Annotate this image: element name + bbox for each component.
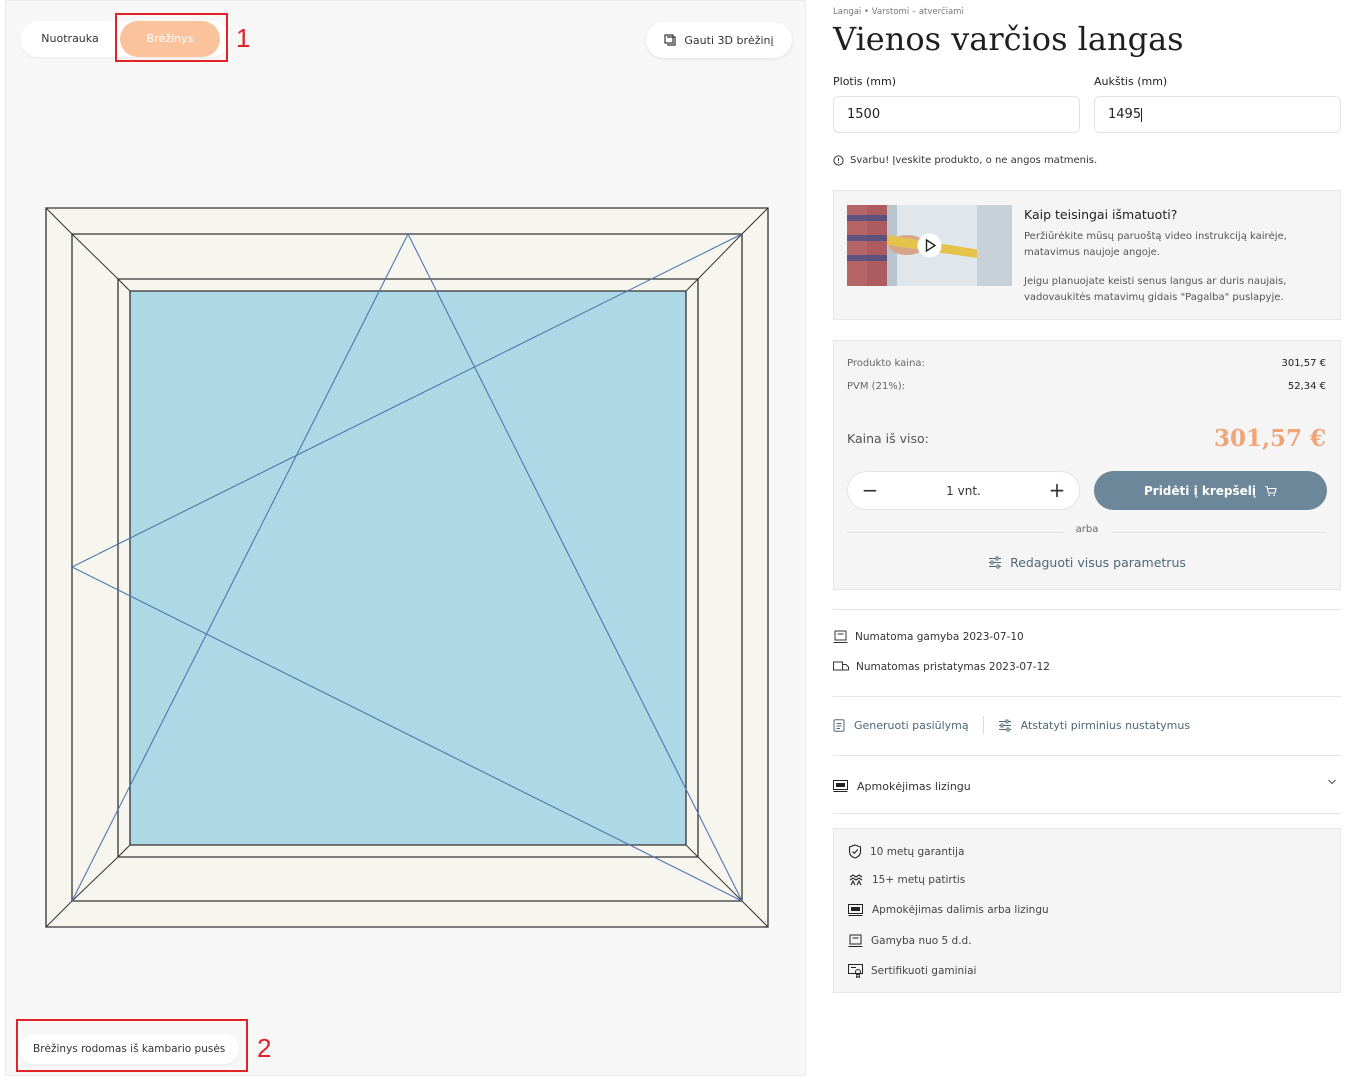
cart-icon [1265,485,1277,496]
chevron-down-icon[interactable] [1327,778,1337,786]
edit-all-parameters-link[interactable]: Redaguoti visus parametrus [834,555,1340,570]
or-label: arba [1063,524,1111,535]
annotation-number-2: 2 [257,1033,272,1063]
feature-label: Sertifikuoti gaminiai [871,965,977,977]
video-thumbnail[interactable] [847,205,1012,286]
info-icon [833,155,844,166]
quantity-decrease-button[interactable]: − [850,472,890,510]
add-to-cart-button[interactable]: Pridėti į krepšelį [1094,471,1327,510]
edit-all-parameters-label: Redaguoti visus parametrus [1010,555,1186,570]
sliders-icon [989,556,1002,569]
experience-icon [849,874,863,886]
vat-value: 52,34 € [1287,381,1326,392]
shield-check-icon [848,844,862,859]
feature-label: Apmokėjimas dalimis arba lizingu [872,904,1049,916]
vat-label: PVM (21%): [847,381,906,392]
annotation-box-2 [16,1019,248,1072]
production-icon [833,630,848,643]
cube-3d-icon [664,34,676,46]
feature-label: 15+ metų patirtis [872,874,966,886]
divider [833,609,1341,610]
divider [833,696,1341,697]
play-icon[interactable] [917,233,942,258]
window-drawing [45,207,769,928]
divider [833,813,1341,814]
feature-item: 15+ metų patirtis [848,874,965,886]
payment-icon [848,904,863,916]
photo-tab[interactable]: Nuotrauka [20,21,120,57]
offer-actions: Generuoti pasiūlymą Atstatyti pirminius … [833,716,1190,734]
total-label: Kaina iš viso: [847,431,929,446]
feature-label: Gamyba nuo 5 d.d. [871,935,972,947]
reset-settings-label: Atstatyti pirminius nustatymus [1020,718,1191,732]
manufacture-date-row: Numatoma gamyba 2023-07-10 [833,630,1024,644]
add-to-cart-label: Pridėti į krepšelį [1143,483,1256,498]
document-icon [833,718,845,732]
features-card: 10 metų garantija 15+ metų patirtis Apmo… [833,828,1341,993]
text-caret [1141,107,1143,122]
quantity-stepper: − 1 vnt. + [847,471,1080,510]
height-input[interactable]: 1495 [1094,96,1341,133]
feature-item: Apmokėjimas dalimis arba lizingu [848,904,1049,916]
vat-row: PVM (21%): 52,34 € [847,381,1326,392]
certificate-icon [848,964,863,978]
delivery-date-row: Numatomas pristatymas 2023-07-12 [833,661,1050,673]
breadcrumb: Langai • Varstomi – atverčiami [833,7,964,17]
preview-panel: Nuotrauka Brėžinys 1 Gauti 3D brėžinį Br… [5,0,806,1076]
price-card: Produkto kaina: 301,57 € PVM (21%): 52,3… [833,340,1341,590]
video-text-1: Peržiūrėkite mūsų paruoštą video instruk… [1024,231,1287,258]
feature-item: 10 metų garantija [848,844,964,859]
feature-label: 10 metų garantija [870,845,965,858]
leasing-label: Apmokėjimas lizingu [857,779,971,793]
divider [982,716,984,734]
generate-offer-link[interactable]: Generuoti pasiūlymą [833,719,969,732]
annotation-number-1: 1 [236,23,251,53]
dimension-notice: Svarbu! Įveskite produkto, o ne angos ma… [833,155,1097,166]
production-icon [848,934,863,947]
generate-offer-label: Generuoti pasiūlymą [854,718,969,732]
annotation-box-1 [115,13,228,62]
product-price-value: 301,57 € [1281,358,1326,369]
video-title: Kaip teisingai išmatuoti? [1024,207,1178,222]
video-text-2: Jeigu planuojate keisti senus langus ar … [1024,276,1287,303]
reset-settings-link[interactable]: Atstatyti pirminius nustatymus [998,719,1190,732]
glass-pane [129,290,687,846]
total-price: 301,57 € [1213,425,1326,452]
height-label: Aukštis (mm) [1094,75,1168,88]
width-input[interactable]: 1500 [833,96,1080,133]
sliders-icon [998,719,1011,731]
measure-video-card: Kaip teisingai išmatuoti? Peržiūrėkite m… [833,190,1341,320]
feature-item: Sertifikuoti gaminiai [848,964,976,978]
manufacture-date-text: Numatoma gamyba 2023-07-10 [855,631,1024,643]
quantity-increase-button[interactable]: + [1037,472,1077,510]
product-price-row: Produkto kaina: 301,57 € [847,358,1326,369]
page-title: Vienos varčios langas [833,20,1184,58]
leasing-accordion[interactable]: Apmokėjimas lizingu [833,776,1341,796]
get-3d-drawing-label: Gauti 3D brėžinį [684,33,774,47]
feature-item: Gamyba nuo 5 d.d. [848,934,972,948]
dimension-notice-text: Svarbu! Įveskite produkto, o ne angos ma… [850,155,1098,166]
divider [833,755,1341,756]
product-price-label: Produkto kaina: [847,358,925,369]
height-input-value: 1495 [1108,107,1142,122]
delivery-date-text: Numatomas pristatymas 2023-07-12 [856,661,1050,673]
width-label: Plotis (mm) [833,75,897,88]
get-3d-drawing-button[interactable]: Gauti 3D brėžinį [646,22,792,58]
truck-icon [833,661,849,671]
payment-icon [833,780,848,792]
